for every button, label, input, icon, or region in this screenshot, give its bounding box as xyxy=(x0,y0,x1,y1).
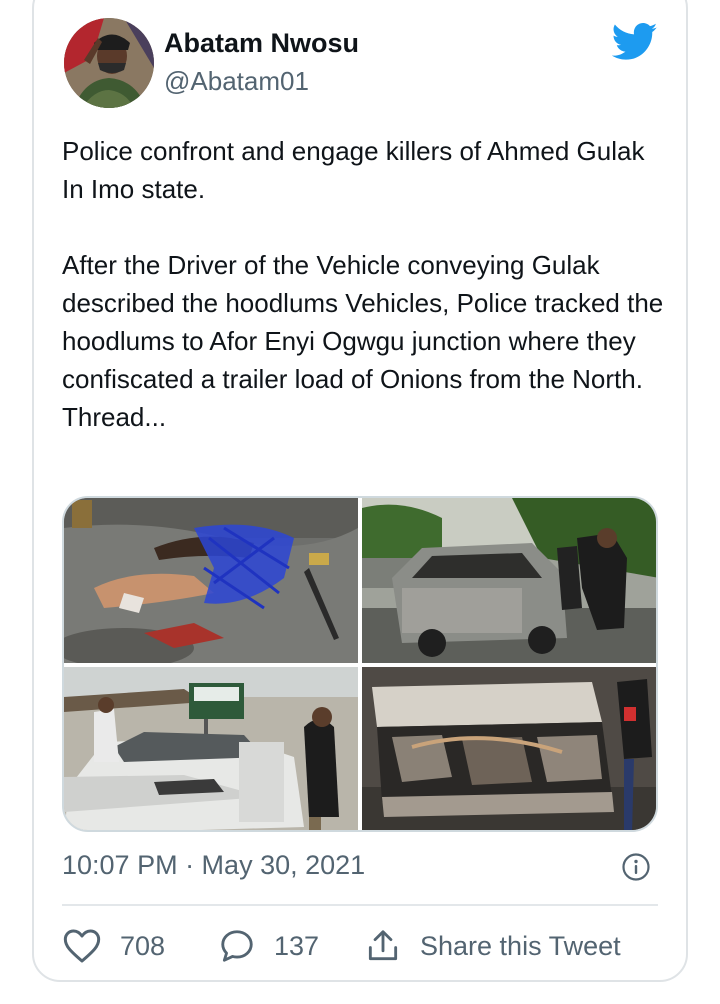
share-tweet-button[interactable]: Share this Tweet xyxy=(364,924,621,968)
photo-burnt-car-front[interactable] xyxy=(362,667,656,830)
info-icon[interactable] xyxy=(621,852,651,882)
photo-burnt-suv[interactable] xyxy=(362,498,656,663)
tweet-timestamp[interactable]: 10:07 PM · May 30, 2021 xyxy=(62,850,365,881)
like-button[interactable]: 708 xyxy=(62,924,165,968)
author-avatar[interactable] xyxy=(64,18,154,108)
reply-count: 137 xyxy=(274,930,320,961)
author-handle[interactable]: @Abatam01 xyxy=(164,66,309,97)
twitter-bird-icon[interactable] xyxy=(611,22,658,62)
media-grid xyxy=(62,496,658,832)
divider xyxy=(62,904,658,906)
thread-label: Thread... xyxy=(62,402,167,432)
reply-icon xyxy=(218,927,256,965)
tweet-paragraph: Police confront and engage killers of Ah… xyxy=(62,136,645,204)
reply-button[interactable]: 137 xyxy=(218,924,319,968)
share-icon xyxy=(364,927,402,965)
tweet-body: Police confront and engage killers of Ah… xyxy=(62,132,672,436)
tweet-paragraph: After the Driver of the Vehicle conveyin… xyxy=(62,250,664,394)
photo-white-car[interactable] xyxy=(64,667,358,830)
like-count: 708 xyxy=(120,930,166,961)
photo-ground-scene[interactable] xyxy=(64,498,358,663)
author-name[interactable]: Abatam Nwosu xyxy=(164,28,359,59)
heart-icon xyxy=(62,926,102,966)
share-label: Share this Tweet xyxy=(420,930,621,961)
